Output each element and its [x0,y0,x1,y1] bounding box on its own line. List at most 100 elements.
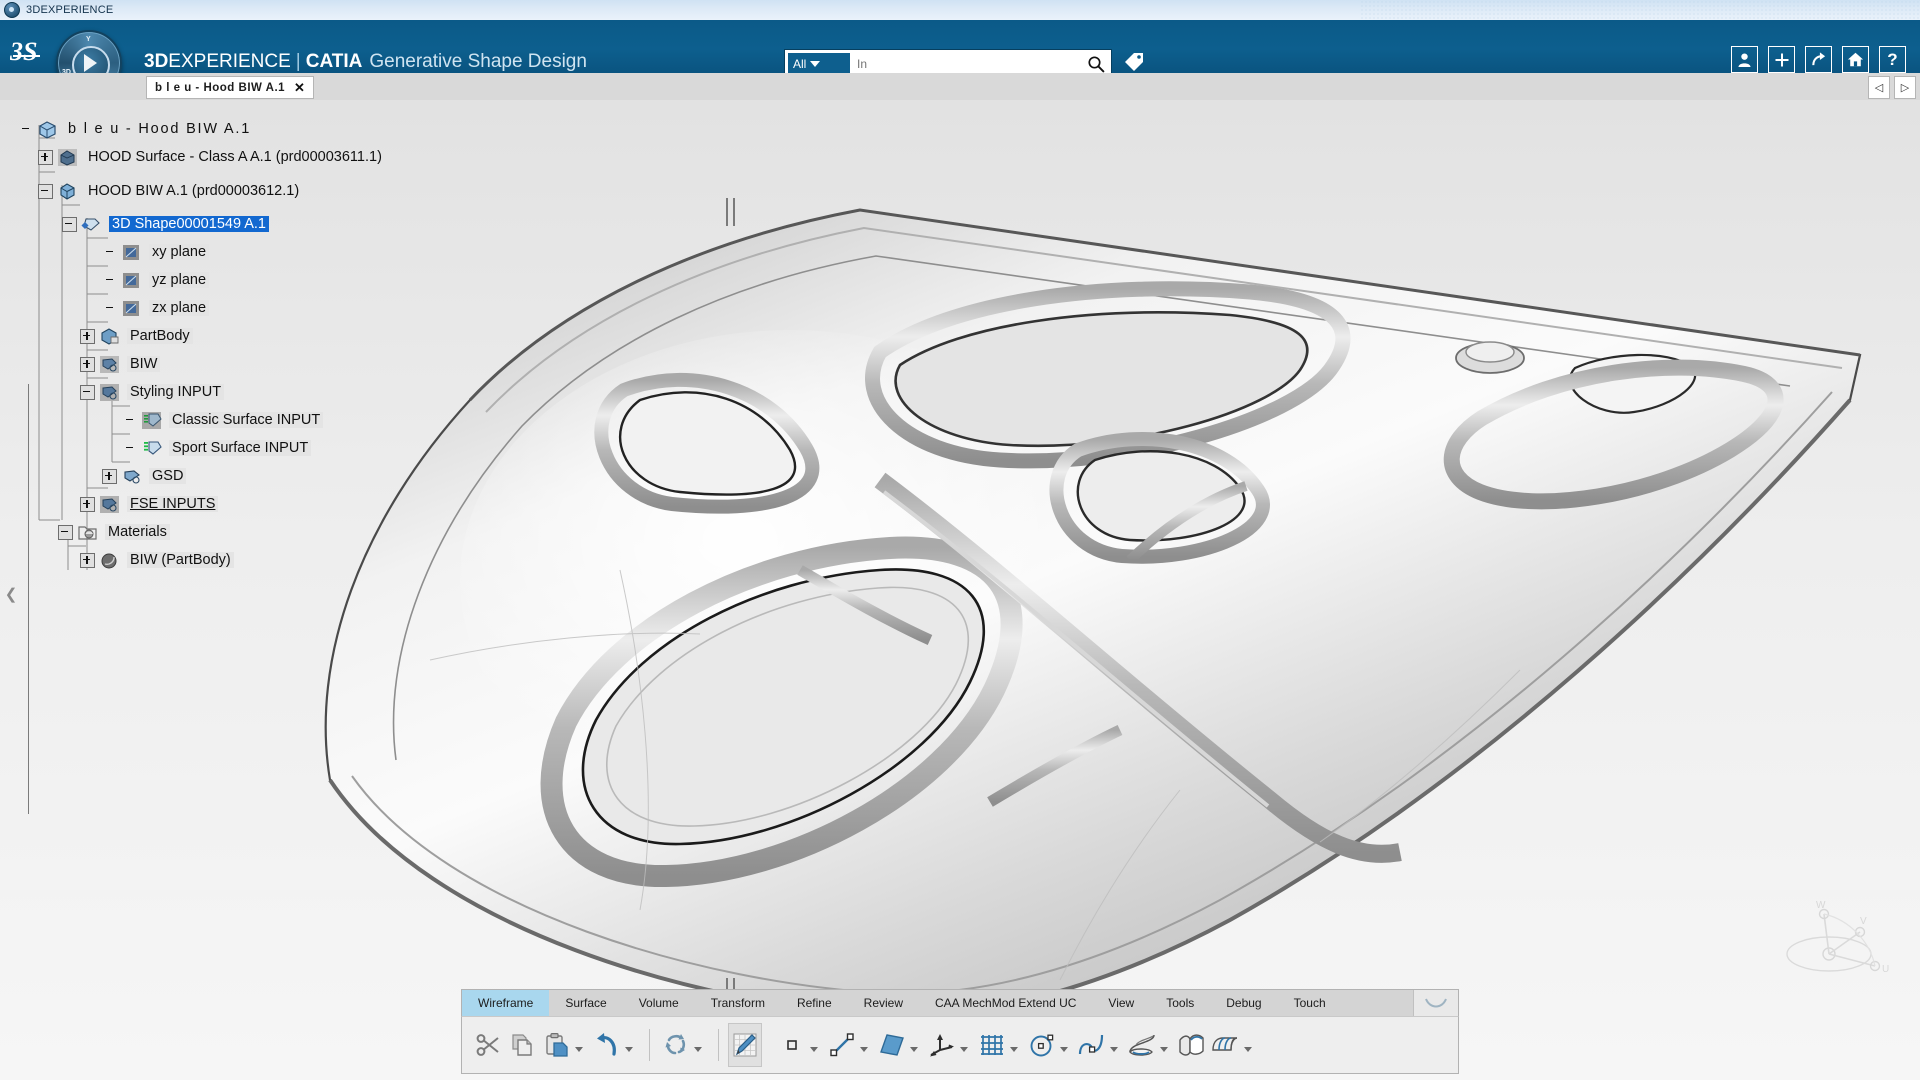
expander-minus-icon[interactable] [62,217,77,232]
tree-node-zx-plane[interactable]: zx plane [104,297,209,319]
circle-tool[interactable] [1025,1023,1059,1067]
tree-panel-splitter[interactable] [28,384,29,814]
tree-node-sport-surface-input[interactable]: Sport Surface INPUT [124,437,311,459]
action-bar-toolbar [461,1016,1459,1074]
spline-tool[interactable] [1075,1023,1109,1067]
tree-node-xy-plane[interactable]: xy plane [104,241,209,263]
update-tool[interactable] [659,1023,693,1067]
tab-label: Touch [1294,996,1326,1010]
expander-plus-icon[interactable] [102,469,117,484]
viewport[interactable]: W U V [0,100,1920,1080]
sketch-tool[interactable] [728,1023,762,1067]
tree-node-label: Styling INPUT [127,384,224,400]
tree-node-biw-partbody-material[interactable]: BIW (PartBody) [80,549,234,571]
line-tool[interactable] [825,1023,859,1067]
expander-plus-icon[interactable] [80,497,95,512]
tab-caa-mechmod-extend-uc[interactable]: CAA MechMod Extend UC [919,990,1092,1016]
multisection-dropdown-caret[interactable] [1244,1047,1252,1052]
tree-node-partbody[interactable]: PartBody [80,325,193,347]
chevron-down-icon[interactable] [1413,990,1458,1016]
tree-node-gsd[interactable]: GSD [102,465,186,487]
tab-surface[interactable]: Surface [549,990,622,1016]
copy-tool[interactable] [506,1023,540,1067]
tree-node-3dshape[interactable]: 3D Shape00001549 A.1 [62,213,269,235]
cut-tool[interactable] [472,1023,506,1067]
expander-minus-icon[interactable] [58,525,73,540]
partbody-icon [99,327,120,346]
line-icon [829,1032,855,1058]
point-tool[interactable] [775,1023,809,1067]
tab-touch[interactable]: Touch [1278,990,1342,1016]
undo-tool[interactable] [590,1023,624,1067]
plane-tool[interactable] [875,1023,909,1067]
point-dropdown-caret[interactable] [810,1047,818,1052]
tree-node-yz-plane[interactable]: yz plane [104,269,209,291]
plane-dropdown-caret[interactable] [910,1047,918,1052]
sweep-tool[interactable] [1125,1023,1159,1067]
multisection-tool[interactable] [1209,1023,1243,1067]
axis-compass[interactable]: W U V [1774,892,1894,992]
grid-dropdown-caret[interactable] [1010,1047,1018,1052]
add-icon[interactable] [1768,46,1795,73]
home-icon[interactable] [1842,46,1869,73]
tree-node-label: Classic Surface INPUT [169,412,323,428]
ds-logo-mark: 3 S [10,36,50,66]
tree-node-root[interactable]: b l e u - Hood BIW A.1 [20,118,254,140]
plane-icon [879,1032,905,1058]
expander-minus-icon[interactable] [38,184,53,199]
action-bar: Wireframe Surface Volume Transform Refin… [461,989,1459,1074]
line-dropdown-caret[interactable] [860,1047,868,1052]
circle-dropdown-caret[interactable] [1060,1047,1068,1052]
tree-node-label: HOOD BIW A.1 (prd00003612.1) [85,183,302,199]
tab-volume[interactable]: Volume [623,990,695,1016]
tab-label: Wireframe [478,996,533,1010]
document-tab[interactable]: b l e u - Hood BIW A.1 ✕ [146,76,314,99]
axis-system-dropdown-caret[interactable] [960,1047,968,1052]
tree-collapse-button[interactable]: ❮ [4,583,18,605]
update-dropdown-caret[interactable] [694,1047,702,1052]
paste-dropdown-caret[interactable] [575,1047,583,1052]
sweep-dropdown-caret[interactable] [1160,1047,1168,1052]
tab-view[interactable]: View [1092,990,1150,1016]
expander-plus-icon[interactable] [80,329,95,344]
viewport-split-handle-top-right[interactable] [733,198,735,226]
close-icon[interactable]: ✕ [294,81,305,94]
catia-3dexperience-window: 3DEXPERIENCE 3 S Y 3D i V.R 3DEXPERIENCE… [0,0,1920,1080]
expander-minus-icon[interactable] [80,385,95,400]
specification-tree[interactable]: b l e u - Hood BIW A.1 HOOD Surface - Cl… [0,100,560,980]
tree-node-classic-surface-input[interactable]: Classic Surface INPUT [124,409,323,431]
expander-plus-icon[interactable] [80,357,95,372]
expander-plus-icon[interactable] [80,553,95,568]
tree-node-biw[interactable]: BIW [80,353,160,375]
axis-system-tool[interactable] [925,1023,959,1067]
plane-icon [121,243,142,262]
tab-review[interactable]: Review [848,990,919,1016]
tab-prev-button[interactable]: ◁ [1868,76,1890,99]
tab-debug[interactable]: Debug [1210,990,1277,1016]
tab-tools[interactable]: Tools [1150,990,1210,1016]
fill-tool[interactable] [1175,1023,1209,1067]
tree-node-materials[interactable]: Materials [58,521,170,543]
tab-next-button[interactable]: ▷ [1894,76,1916,99]
undo-dropdown-caret[interactable] [625,1047,633,1052]
tree-node-hood-surface[interactable]: HOOD Surface - Class A A.1 (prd00003611.… [38,146,385,168]
viewport-split-handle-top-left[interactable] [726,198,728,226]
search-scope-dropdown[interactable]: All [788,53,850,74]
tab-transform[interactable]: Transform [695,990,781,1016]
expander-none-icon [104,246,117,259]
compass-label-north: Y [86,36,91,43]
tab-wireframe[interactable]: Wireframe [462,990,549,1016]
tag-icon[interactable] [1122,50,1146,74]
search-input[interactable] [850,56,1081,72]
tree-node-fse-inputs[interactable]: FSE INPUTS [80,493,218,515]
tree-node-hood-biw[interactable]: HOOD BIW A.1 (prd00003612.1) [38,180,302,202]
grid-tool[interactable] [975,1023,1009,1067]
help-icon[interactable]: ? [1879,46,1906,73]
tree-node-styling-input[interactable]: Styling INPUT [80,381,224,403]
expander-plus-icon[interactable] [38,150,53,165]
share-icon[interactable] [1805,46,1832,73]
spline-dropdown-caret[interactable] [1110,1047,1118,1052]
paste-tool[interactable] [540,1023,574,1067]
tab-refine[interactable]: Refine [781,990,848,1016]
user-profile-icon[interactable] [1731,46,1758,73]
